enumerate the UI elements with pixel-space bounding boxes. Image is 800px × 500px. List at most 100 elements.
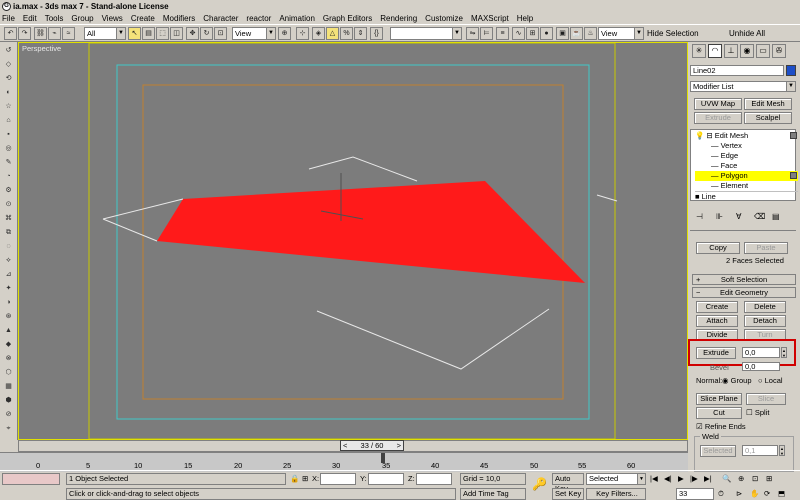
stack-item-line[interactable]: ■ Line <box>695 191 798 201</box>
time-config-icon[interactable]: ⏱ <box>718 489 724 499</box>
tool-i-icon[interactable]: ✎ <box>3 158 14 167</box>
object-name-field[interactable]: Line02 <box>690 65 784 76</box>
curve-editor-icon[interactable]: ∿ <box>512 27 525 40</box>
menu-reactor[interactable]: reactor <box>246 14 271 23</box>
material-editor-icon[interactable]: ● <box>540 27 553 40</box>
tool-x-icon[interactable]: ⬡ <box>3 368 14 377</box>
spinner-snap-icon[interactable]: ⇕ <box>354 27 367 40</box>
pivot-center-icon[interactable]: ⊕ <box>278 27 291 40</box>
scale-icon[interactable]: ⊡ <box>214 27 227 40</box>
modifier-config-icon[interactable] <box>790 132 797 139</box>
tool-b-icon[interactable]: ◇ <box>3 60 14 69</box>
view-type-dropdown[interactable]: View ▼ <box>598 27 644 40</box>
edit-mesh-button[interactable]: Edit Mesh <box>744 98 792 110</box>
current-frame-field[interactable]: 33 <box>676 488 714 500</box>
split-checkbox[interactable]: ☐ Split <box>746 408 769 417</box>
cut-button[interactable]: Cut <box>696 407 742 419</box>
move-icon[interactable]: ✥ <box>186 27 199 40</box>
lock-selection-icon[interactable]: 🔒 <box>290 474 299 483</box>
tool-c-icon[interactable]: ⟲ <box>3 74 14 83</box>
create-tab-icon[interactable]: ✳ <box>692 44 706 58</box>
tool-f-icon[interactable]: ⌂ <box>3 116 14 125</box>
add-time-tag-button[interactable]: Add Time Tag <box>460 488 526 500</box>
tool-q-icon[interactable]: ⊿ <box>3 270 14 279</box>
show-end-result-icon[interactable]: ⊪ <box>716 212 723 221</box>
hierarchy-tab-icon[interactable]: ⊥ <box>724 44 738 58</box>
named-selection-icon[interactable]: {} <box>370 27 383 40</box>
tool-p-icon[interactable]: ⟡ <box>3 256 14 265</box>
tool-w-icon[interactable]: ⊗ <box>3 354 14 363</box>
teapot-icon[interactable]: ♨ <box>584 27 597 40</box>
lightbulb-icon[interactable]: 💡 <box>695 131 704 140</box>
attach-button[interactable]: Attach <box>696 315 738 327</box>
undo-icon[interactable]: ↶ <box>4 27 17 40</box>
tool-o-icon[interactable]: ◌ <box>3 242 14 251</box>
redo-icon[interactable]: ↷ <box>18 27 31 40</box>
track-bar[interactable]: 0 5 10 15 20 25 30 35 40 45 50 55 60 <box>0 452 688 472</box>
selection-filter-dropdown[interactable]: All ▼ <box>84 27 126 40</box>
motion-tab-icon[interactable]: ◉ <box>740 44 754 58</box>
3ds-max-logo-icon[interactable]: G <box>2 1 11 11</box>
object-color-swatch[interactable] <box>786 65 796 76</box>
stack-item-edge[interactable]: — Edge <box>695 151 798 161</box>
menu-group[interactable]: Group <box>71 14 93 23</box>
pin-stack-icon[interactable]: ⊣ <box>696 212 703 221</box>
tool-a-icon[interactable]: ↺ <box>3 46 14 55</box>
hide-selection-button[interactable]: Hide Selection <box>647 29 699 38</box>
next-frame-icon[interactable]: > <box>397 441 401 450</box>
previous-frame-icon[interactable]: < <box>343 441 347 450</box>
delete-button[interactable]: Delete <box>744 301 786 313</box>
tool-r-icon[interactable]: ✦ <box>3 284 14 293</box>
tool-d-icon[interactable]: ◐ <box>3 88 14 97</box>
menu-rendering[interactable]: Rendering <box>380 14 417 23</box>
extrude-button[interactable]: Extrude <box>696 347 736 359</box>
go-to-end-icon[interactable]: ▶| <box>704 474 712 483</box>
tool-v-icon[interactable]: ◆ <box>3 340 14 349</box>
mirror-icon[interactable]: ⇋ <box>466 27 479 40</box>
key-filters-button[interactable]: Key Filters... <box>586 488 646 500</box>
weld-spinner-icon[interactable]: ▲ ▼ <box>779 445 785 456</box>
menu-edit[interactable]: Edit <box>23 14 37 23</box>
slice-button[interactable]: Slice <box>746 393 786 405</box>
configure-sets-icon[interactable]: ▤ <box>772 212 780 221</box>
refine-ends-checkbox[interactable]: ☑ Refine Ends <box>696 422 746 431</box>
quick-render-icon[interactable]: ☕ <box>570 27 583 40</box>
tool-s-icon[interactable]: ◑ <box>3 298 14 307</box>
stack-item-element[interactable]: — Element <box>695 181 798 191</box>
unlink-icon[interactable]: ⌁ <box>48 27 61 40</box>
tool-t-icon[interactable]: ⊛ <box>3 312 14 321</box>
tool-n-icon[interactable]: ⧉ <box>3 228 14 237</box>
extrude-modifier-button[interactable]: Extrude <box>694 112 742 124</box>
bevel-amount-field[interactable]: 0,0 <box>742 362 780 371</box>
stack-item-face[interactable]: — Face <box>695 161 798 171</box>
field-of-view-icon[interactable]: ⊳ <box>736 489 742 498</box>
menu-create[interactable]: Create <box>131 14 155 23</box>
tool-u-icon[interactable]: ▲ <box>3 326 14 335</box>
menu-customize[interactable]: Customize <box>425 14 463 23</box>
viewport-label[interactable]: Perspective <box>22 44 61 53</box>
menu-help[interactable]: Help <box>517 14 533 23</box>
set-key-button[interactable]: Set Key <box>552 488 584 500</box>
create-button[interactable]: Create <box>696 301 738 313</box>
percent-snap-icon[interactable]: % <box>340 27 353 40</box>
modifier-list-dropdown[interactable]: Modifier List ▼ <box>690 81 796 92</box>
menu-animation[interactable]: Animation <box>279 14 315 23</box>
reference-coordinate-dropdown[interactable]: View ▼ <box>232 27 276 40</box>
next-key-icon[interactable]: |▶ <box>690 474 698 483</box>
tool-k-icon[interactable]: ⚙ <box>3 186 14 195</box>
tool-y-icon[interactable]: ▦ <box>3 382 14 391</box>
named-selection-sets-dropdown[interactable]: ▼ <box>390 27 462 40</box>
paste-button[interactable]: Paste <box>744 242 788 254</box>
group-radio[interactable]: ◉ Group <box>722 376 752 385</box>
select-manipulate-icon[interactable]: ⊹ <box>296 27 309 40</box>
perspective-viewport[interactable]: Perspective <box>18 42 688 440</box>
snap-toggle-icon[interactable]: ◈ <box>312 27 325 40</box>
unhide-all-button[interactable]: Unhide All <box>729 29 765 38</box>
scalpel-button[interactable]: Scalpel <box>744 112 792 124</box>
tool-e-icon[interactable]: ☆ <box>3 102 14 111</box>
tool-z-icon[interactable]: ⬢ <box>3 396 14 405</box>
tool-j-icon[interactable]: ◔ <box>3 172 14 181</box>
tool-ab-icon[interactable]: ⌖ <box>3 424 14 433</box>
go-to-start-icon[interactable]: |◀ <box>650 474 658 483</box>
soft-selection-rollout[interactable]: + Soft Selection <box>692 274 796 285</box>
